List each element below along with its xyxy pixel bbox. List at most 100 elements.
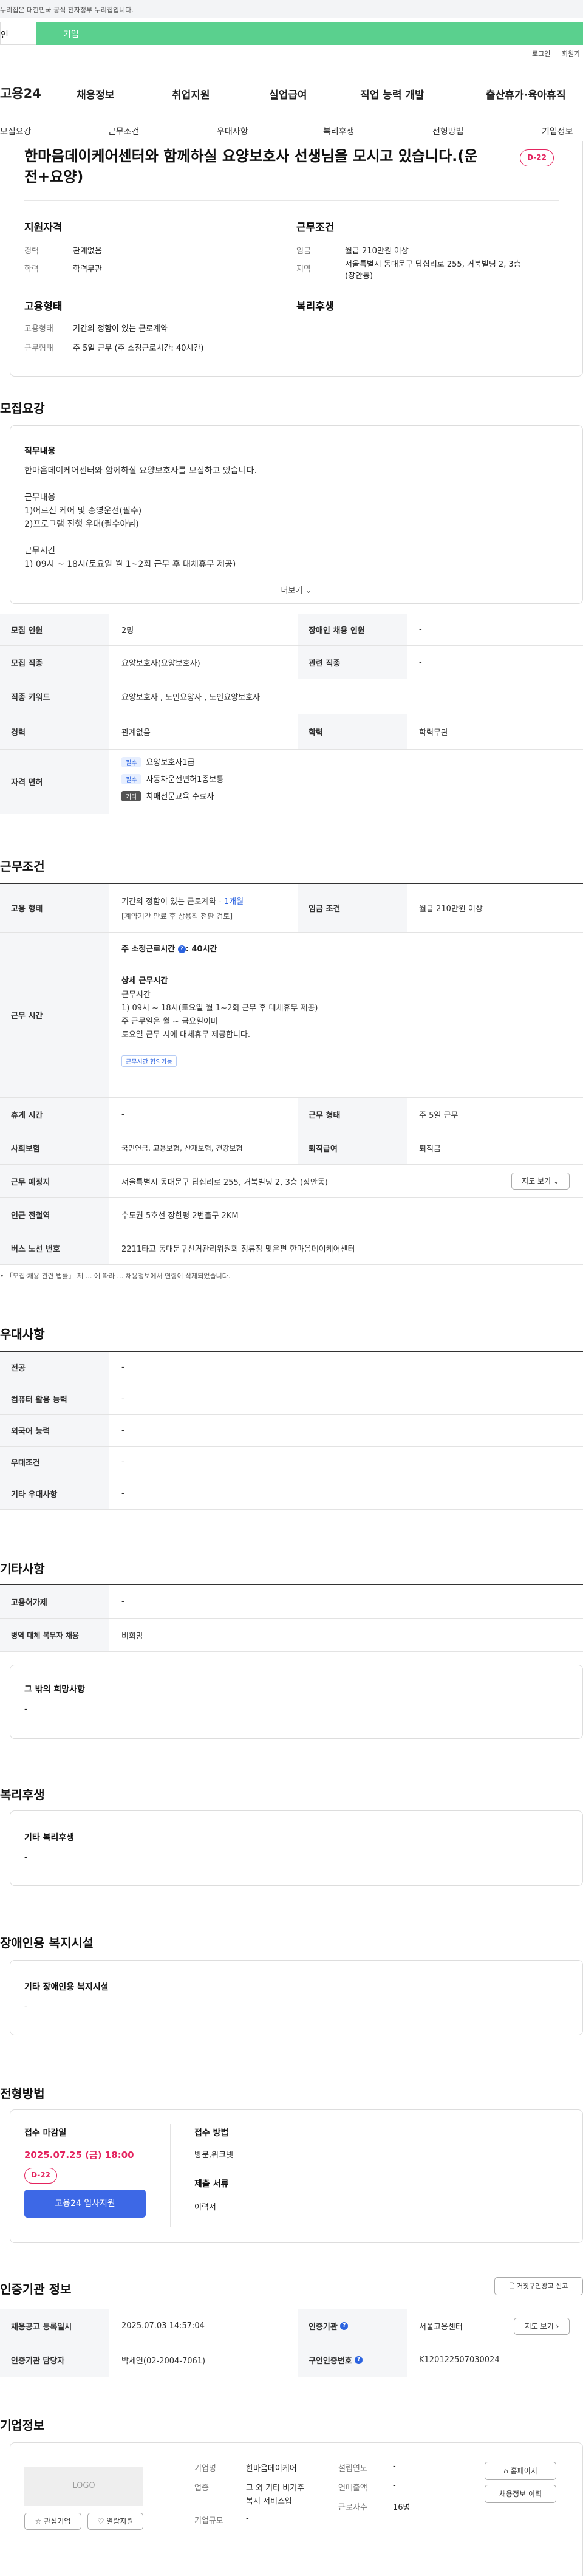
row-value: 월급 210만원 이상 [419,905,483,914]
table-row: 모집 직종 요양보호사(요양보호사) 관련 직종 - [0,646,583,679]
anchor-recruit[interactable]: 모집요강 [0,125,32,137]
emptype-value: 기간의 정함이 있는 근로계약 [73,324,168,334]
age-note: • 「모집·채용 관련 법률」 제 … 에 따라 … 채용정보에서 연령이 삭제… [0,1272,231,1280]
anchor-company[interactable]: 기업정보 [542,125,573,137]
anchor-selection[interactable]: 전형방법 [432,125,464,137]
nav-parental-leave[interactable]: 출산휴가·육아휴직 [486,86,566,101]
tab-personal[interactable]: 인 [0,22,36,45]
wage-label: 임금 [296,247,311,256]
wish-card [10,1665,583,1739]
row-label: 휴게 시간 [0,1098,109,1131]
hours-value: 주 5일 근무 (주 소정근로시간: 40시간) [73,344,204,353]
required-tag: 필수 [121,774,141,784]
join-link[interactable]: 회원가 [562,49,580,58]
row-value: - [121,1597,124,1606]
table-row: 사회보험 국민연금, 고용보험, 산재보험, 건강보험 퇴직급여 퇴직금 [0,1131,583,1165]
row-label: 관련 직종 [298,646,407,679]
table-row: 직종 키워드 요양보호사 , 노인요양사 , 노인요양보호사 [0,679,583,714]
age-note-text: 「모집·채용 관련 법률」 제 … 에 따라 … 채용정보에서 연령이 삭제되었… [6,1272,231,1280]
region-value-cont: (장안동) [345,272,373,281]
row-value: - [121,1489,124,1498]
row-value: 관계없음 [121,728,151,738]
nav-jobs[interactable]: 채용정보 [77,86,115,101]
global-nav: 고용24 채용정보 취업지원 실업급여 직업 능력 개발 출산휴가·육아휴직 [0,67,583,109]
map-button[interactable]: 지도 보기 ⌄ [511,1173,570,1190]
row-label: 고용허가제 [0,1585,109,1618]
divider [24,200,559,201]
method-value: 방문,워크넷 [194,2151,233,2160]
region-value: 서울특별시 동대문구 답십리로 255, 거북빌딩 2, 3층 [345,260,521,269]
row-value: 2025.07.03 14:57:04 [121,2321,205,2331]
wage-value: 월급 210만원 이상 [345,247,409,256]
home-icon: ⌂ [503,2467,511,2475]
row-value: 서울고용센터 [419,2323,463,2332]
company-name: 한마음데이케어 [246,2464,297,2473]
row-value: 학력무관 [419,728,448,738]
nav-employment-support[interactable]: 취업지원 [172,86,210,101]
detail-title: 상세 근무시간 [121,976,168,985]
row-value: 박세연(02-2004-7061) [121,2357,206,2366]
table-row: 외국어 능력 - [0,1415,583,1447]
login-link[interactable]: 로그인 [532,49,550,58]
row-value: 요양보호사(요양보호사) [121,659,200,668]
recruit-heading: 모집요강 [0,401,45,416]
report-label: 거짓구인광고 신고 [516,2282,568,2290]
weekly-value: : 40시간 [185,945,217,954]
founded-value: - [393,2462,396,2471]
more-button[interactable]: 더보기 ⌄ [10,574,583,604]
row-label: 직종 키워드 [0,679,109,714]
report-button[interactable]: 🗋 거짓구인광고 신고 [494,2277,583,2295]
license-name: 요양보호사1급 [146,758,195,767]
table-row: 모집 인원 2명 장애인 채용 인원 - [0,614,583,646]
site-logo[interactable]: 고용24 [0,84,41,102]
info-icon[interactable]: ? [340,2322,349,2330]
row-value: - [121,1458,124,1467]
info-icon[interactable]: ? [177,945,186,953]
facility-card [10,1960,583,2035]
anchor-welfare[interactable]: 복리후생 [323,125,355,137]
emptype-value: 기간의 정함이 있는 근로계약 - 1개월 [121,895,244,906]
welfare-title: 복리후생 [296,301,335,313]
homepage-label: 홈페이지 [510,2467,537,2475]
row-label: 인근 전철역 [0,1198,109,1231]
qual-title: 지원자격 [24,222,63,234]
deadline-label: 접수 마감일 [24,2128,67,2138]
job-title: 한마음데이케어센터와 함께하실 요양보호사 선생님을 모시고 있습니다.(운 [24,148,478,165]
row-value: - [419,657,422,667]
view-request-button[interactable]: ♡ 열람지원 [87,2513,143,2530]
row-label: 버스 노선 번호 [0,1231,109,1264]
apply-button[interactable]: 고용24 입사지원 [24,2190,146,2218]
prefer-heading: 우대사항 [0,1327,45,1341]
fav-company-button[interactable]: ☆ 관심기업 [24,2513,81,2530]
facility-value: - [24,2002,27,2012]
homepage-button[interactable]: ⌂ 홈페이지 [485,2462,556,2480]
row-label: 컴퓨터 활용 능력 [0,1383,109,1414]
detail-text: 근무시간 1) 09시 ~ 18시(토요일 월 1~2회 근무 후 대체휴무 제… [121,990,318,1040]
license-item: 필수 자동차운전면허1종보통 [121,773,223,784]
facility-heading: 장애인용 복지시설 [0,1936,94,1950]
anchor-prefer[interactable]: 우대사항 [217,125,248,137]
row-value: K120122507030024 [419,2355,500,2365]
anchor-nav: 모집요강 근무조건 우대사항 복리후생 전형방법 기업정보 [0,119,583,143]
industry-value: 그 외 기타 비거주 [246,2484,305,2493]
nav-unemployment[interactable]: 실업급여 [269,86,307,101]
table-row: 근무 예정지 서울특별시 동대문구 답십리로 255, 거북빌딩 2, 3층 (… [0,1165,583,1198]
row-label: 고용 형태 [0,884,109,932]
row-value: 2211타고 동대문구선거관리위원회 정류장 맞은편 한마음데이케어센터 [121,1244,355,1254]
emptype-period: 1개월 [223,897,244,906]
tab-corp[interactable]: 기업 [36,22,583,45]
anchor-conditions[interactable]: 근무조건 [108,125,140,137]
work-title: 근무조건 [296,222,335,234]
history-button[interactable]: 채용정보 이력 [485,2485,556,2503]
sales-value: - [393,2481,396,2490]
nav-training[interactable]: 직업 능력 개발 [360,86,424,101]
org-map-button[interactable]: 지도 보기 › [514,2318,570,2335]
table-row: 버스 노선 번호 2211타고 동대문구선거관리위원회 정류장 맞은편 한마음데… [0,1231,583,1265]
row-value: 국민연금, 고용보험, 산재보험, 건강보험 [121,1143,243,1153]
founded-label: 설립연도 [338,2464,367,2473]
row-value: 주 5일 근무 [419,1111,459,1120]
table-row: 자격 면허 필수 요양보호사1급 필수 자동차운전면허1종보통 기타 치매전문교육 수… [0,750,583,814]
region-label: 지역 [296,265,311,274]
emptype-text: 기간의 정함이 있는 근로계약 - [121,897,224,906]
info-icon[interactable]: ? [355,2356,363,2364]
